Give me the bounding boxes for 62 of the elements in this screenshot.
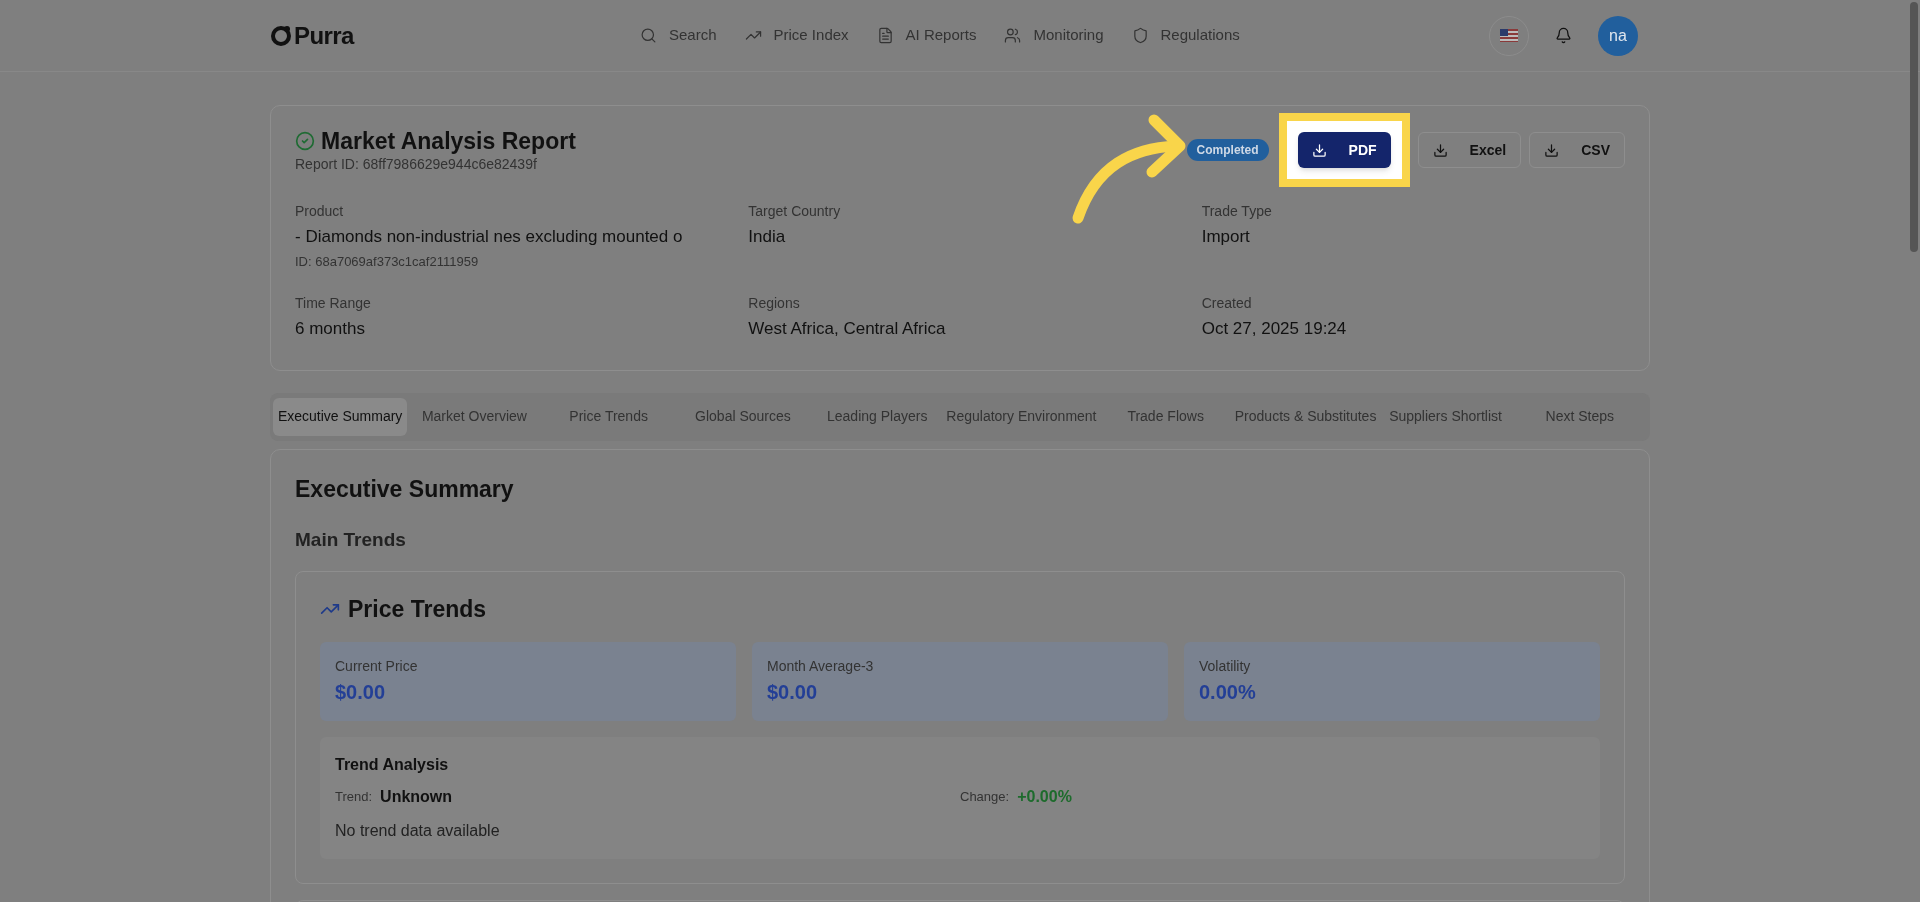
nav-link[interactable]: Search [640, 24, 717, 47]
check-icon [295, 131, 315, 151]
field-value: West Africa, Central Africa [748, 318, 947, 340]
panel-title: Trend Analysis [335, 755, 450, 775]
tab[interactable]: Price Trends [541, 397, 676, 436]
status-badge: Completed [1186, 139, 1269, 161]
change-label: Change: [960, 788, 1010, 807]
nav-link[interactable]: Price Index [744, 24, 849, 47]
logo-icon [270, 24, 292, 47]
field-label: Target Country [748, 202, 842, 221]
pdf-button[interactable]: PDF [1297, 132, 1391, 168]
tab[interactable]: Global Sources [675, 397, 811, 436]
stat-label: Current Price [335, 657, 419, 676]
report-title: Market Analysis Report [321, 128, 576, 154]
field-label: Regions [748, 294, 801, 313]
stat-value: $0.00 [767, 680, 819, 705]
field-label: Trade Type [1201, 202, 1273, 221]
nav-link[interactable]: AI Reports [876, 24, 977, 47]
trend-note: No trend data available [335, 821, 501, 841]
field-value: India [748, 226, 787, 248]
tab[interactable]: Leading Players [810, 397, 945, 436]
download-icon [1311, 142, 1327, 158]
field-label: Product [295, 202, 345, 221]
trend-value: Unknown [380, 787, 453, 807]
field-label: Time Range [295, 294, 372, 313]
tab[interactable]: Suppliers Shortlist [1378, 397, 1513, 436]
nav-link[interactable]: Monitoring [1004, 24, 1104, 47]
field-value: - Diamonds non-industrial nes excluding mounted o [295, 226, 684, 248]
tab[interactable]: Regulatory Environment [944, 397, 1099, 436]
tab[interactable]: Next Steps [1512, 397, 1647, 436]
flag-icon [1500, 29, 1518, 42]
field-value: 6 months [295, 318, 366, 340]
download-icon [1544, 142, 1560, 158]
logo[interactable]: Purra [294, 17, 354, 54]
nav-link[interactable]: Regulations [1131, 24, 1240, 47]
tab[interactable]: Executive Summary [273, 397, 408, 436]
export-button[interactable]: Excel [1417, 132, 1522, 168]
section-subtitle: Main Trends [295, 528, 407, 552]
stat-value: $0.00 [335, 680, 387, 705]
document-icon [876, 27, 894, 44]
field-label: Created [1201, 294, 1253, 313]
stat-value: 0.00% [1199, 680, 1257, 705]
tab[interactable]: Trade Flows [1098, 397, 1233, 436]
export-button[interactable]: CSV [1529, 132, 1625, 168]
section-title: Executive Summary [295, 474, 515, 504]
tab[interactable]: Products & Substitutes [1232, 397, 1379, 436]
change-value: +0.00% [1017, 787, 1072, 807]
users-icon [1004, 27, 1022, 44]
card-title: Price Trends [348, 594, 487, 624]
shield-icon [1131, 27, 1149, 44]
field-value: Import [1201, 226, 1251, 248]
field-value: Oct 27, 2025 19:24 [1201, 318, 1348, 340]
trend-label: Trend: [335, 788, 373, 807]
tab[interactable]: Market Overview [407, 397, 542, 436]
search-icon [640, 27, 657, 44]
product-id: ID: 68a7069af373c1caf2111959 [295, 252, 480, 271]
stat-label: Volatility [1199, 657, 1252, 676]
notification-icon[interactable] [1555, 27, 1572, 44]
download-icon [1432, 142, 1448, 158]
report-id: Report ID: 68ff7986629e944c6e82439f [295, 155, 538, 174]
stat-label: Month Average-3 [767, 657, 875, 676]
user-avatar[interactable]: na [1598, 15, 1638, 56]
